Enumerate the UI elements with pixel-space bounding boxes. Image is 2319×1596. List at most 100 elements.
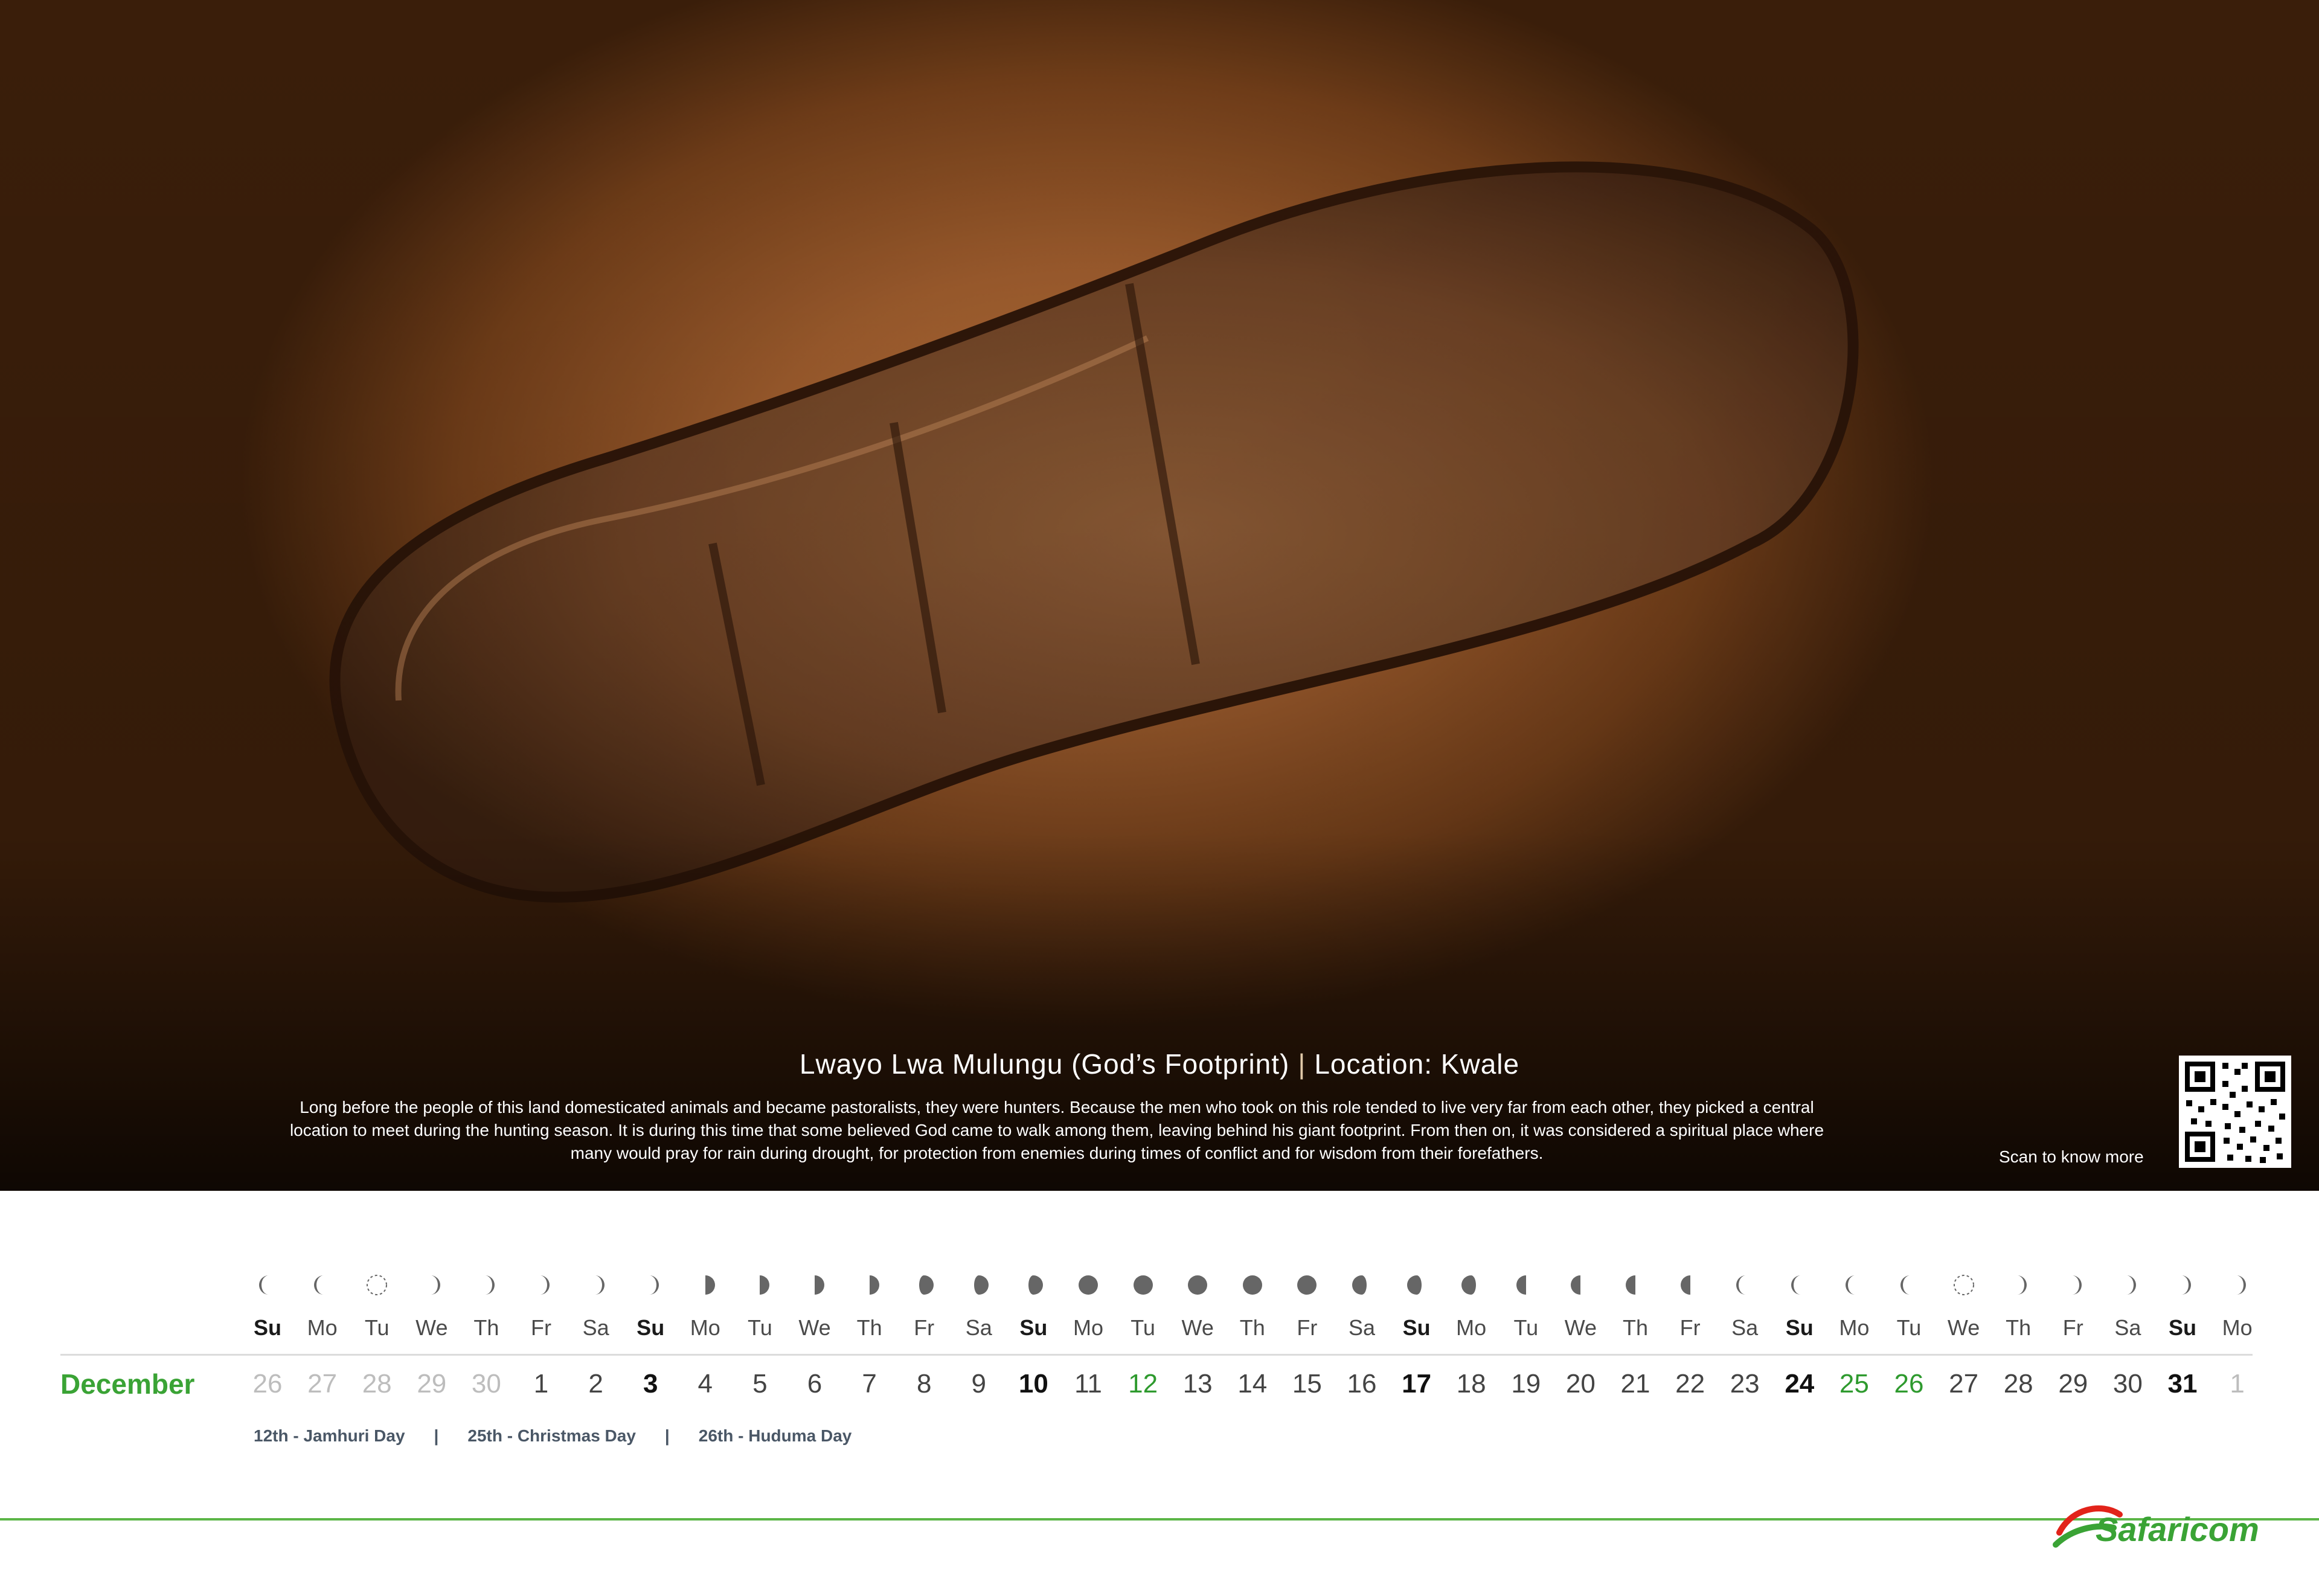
day-name: Fr (531, 1315, 551, 1340)
day-number: 30 (2112, 1369, 2143, 1399)
day-name: Tu (364, 1315, 390, 1340)
moon-phase-icon (529, 1273, 553, 1297)
day-number: 5 (752, 1369, 768, 1399)
day-name: Sa (1348, 1315, 1376, 1340)
day-name: Su (253, 1315, 282, 1340)
moon-phase-icon (1897, 1273, 1921, 1297)
day-name: Sa (2114, 1315, 2141, 1340)
day-name: Mo (690, 1315, 720, 1340)
holiday-item: 25th - Christmas Day (467, 1426, 636, 1445)
holiday-separator: | (434, 1426, 439, 1445)
day-name: We (1947, 1315, 1980, 1340)
holiday-item: 12th - Jamhuri Day (254, 1426, 405, 1445)
moon-phase-icon (638, 1273, 662, 1297)
day-number: 1 (533, 1369, 549, 1399)
day-name: Fr (1679, 1315, 1701, 1340)
day-name: Sa (965, 1315, 992, 1340)
moon-phase-icon (1788, 1273, 1812, 1297)
day-name: Fr (2062, 1315, 2083, 1340)
moon-phase-icon (2170, 1273, 2195, 1297)
moon-phase-icon (2061, 1273, 2085, 1297)
moon-phase-icon (1678, 1273, 1702, 1297)
day-number: 28 (362, 1369, 392, 1399)
day-number: 26 (1894, 1369, 1924, 1399)
day-number: 31 (2167, 1369, 2198, 1399)
day-name: Su (637, 1315, 665, 1340)
moon-phase-icon (1952, 1273, 1976, 1297)
holiday-item: 26th - Huduma Day (698, 1426, 852, 1445)
day-number: 6 (807, 1369, 823, 1399)
qr-code-icon[interactable] (2179, 1056, 2291, 1168)
day-number: 27 (1949, 1369, 1979, 1399)
month-label: December (60, 1368, 195, 1400)
day-number: 19 (1511, 1369, 1541, 1399)
day-number: 20 (1565, 1369, 1596, 1399)
day-name: Th (473, 1315, 499, 1340)
day-name: We (415, 1315, 448, 1340)
day-number: 30 (471, 1369, 501, 1399)
day-name: Su (1402, 1315, 1431, 1340)
day-name: Th (856, 1315, 882, 1340)
moon-phase-icon (255, 1273, 280, 1297)
moon-phase-icon (2006, 1273, 2030, 1297)
moon-phase-icon (1733, 1273, 1757, 1297)
photo-title: Lwayo Lwa Mulungu (God’s Footprint) | Loca… (0, 1048, 2319, 1080)
safaricom-wordmark: Safaricom (2096, 1510, 2259, 1548)
day-name: We (798, 1315, 831, 1340)
day-name: Su (2168, 1315, 2197, 1340)
day-number: 10 (1018, 1369, 1048, 1399)
moon-phase-icon (967, 1273, 991, 1297)
photo-description: Long before the people of this land dome… (289, 1098, 1824, 1162)
moon-phase-icon (1185, 1273, 1210, 1297)
day-name: Sa (1731, 1315, 1759, 1340)
day-name: We (1564, 1315, 1597, 1340)
day-number: 24 (1785, 1369, 1815, 1399)
day-name: Th (2006, 1315, 2032, 1340)
moon-phase-icon (1514, 1273, 1538, 1297)
moon-phase-icon (1459, 1273, 1483, 1297)
day-number: 21 (1620, 1369, 1650, 1399)
rock-footprint-image (0, 0, 2319, 1191)
day-number: 13 (1182, 1369, 1213, 1399)
moon-phase-icon (365, 1273, 389, 1297)
day-name: Fr (1297, 1315, 1318, 1340)
day-number: 12 (1128, 1369, 1158, 1399)
day-name: Su (1019, 1315, 1048, 1340)
day-name: Mo (307, 1315, 338, 1340)
day-name: Tu (1513, 1315, 1539, 1340)
day-number: 7 (862, 1369, 877, 1399)
day-number: 16 (1347, 1369, 1377, 1399)
holiday-separator: | (664, 1426, 670, 1445)
day-name: Fr (914, 1315, 935, 1340)
moon-phase-icon (1405, 1273, 1429, 1297)
moon-phase-icon (748, 1273, 772, 1297)
title-separator: | (1298, 1048, 1306, 1080)
day-name: Mo (1073, 1315, 1104, 1340)
photo-location: Location: Kwale (1314, 1048, 1520, 1080)
moon-phase-icon (912, 1273, 936, 1297)
moon-phase-row (0, 1267, 2319, 1303)
day-number: 1 (2230, 1369, 2245, 1399)
moon-phase-icon (1076, 1273, 1100, 1297)
moon-phase-icon (1842, 1273, 1866, 1297)
moon-phase-icon (1623, 1273, 1647, 1297)
day-name: Sa (582, 1315, 609, 1340)
moon-phase-icon (310, 1273, 335, 1297)
moon-phase-icon (693, 1273, 717, 1297)
footer-line (0, 1518, 2319, 1521)
divider (60, 1354, 2253, 1356)
day-number: 4 (698, 1369, 713, 1399)
day-number: 25 (1839, 1369, 1869, 1399)
day-name: Mo (2222, 1315, 2253, 1340)
moon-phase-icon (2115, 1273, 2140, 1297)
day-number: 17 (1402, 1369, 1432, 1399)
day-name: Th (1622, 1315, 1649, 1340)
moon-phase-icon (1131, 1273, 1155, 1297)
day-number: 8 (916, 1369, 932, 1399)
day-name: Tu (1896, 1315, 1922, 1340)
moon-phase-icon (1568, 1273, 1593, 1297)
moon-phase-icon (1021, 1273, 1045, 1297)
moon-phase-icon (584, 1273, 608, 1297)
scan-label: Scan to know more (1999, 1147, 2144, 1166)
photo-title-name: Lwayo Lwa Mulungu (God’s Footprint) (799, 1048, 1290, 1080)
